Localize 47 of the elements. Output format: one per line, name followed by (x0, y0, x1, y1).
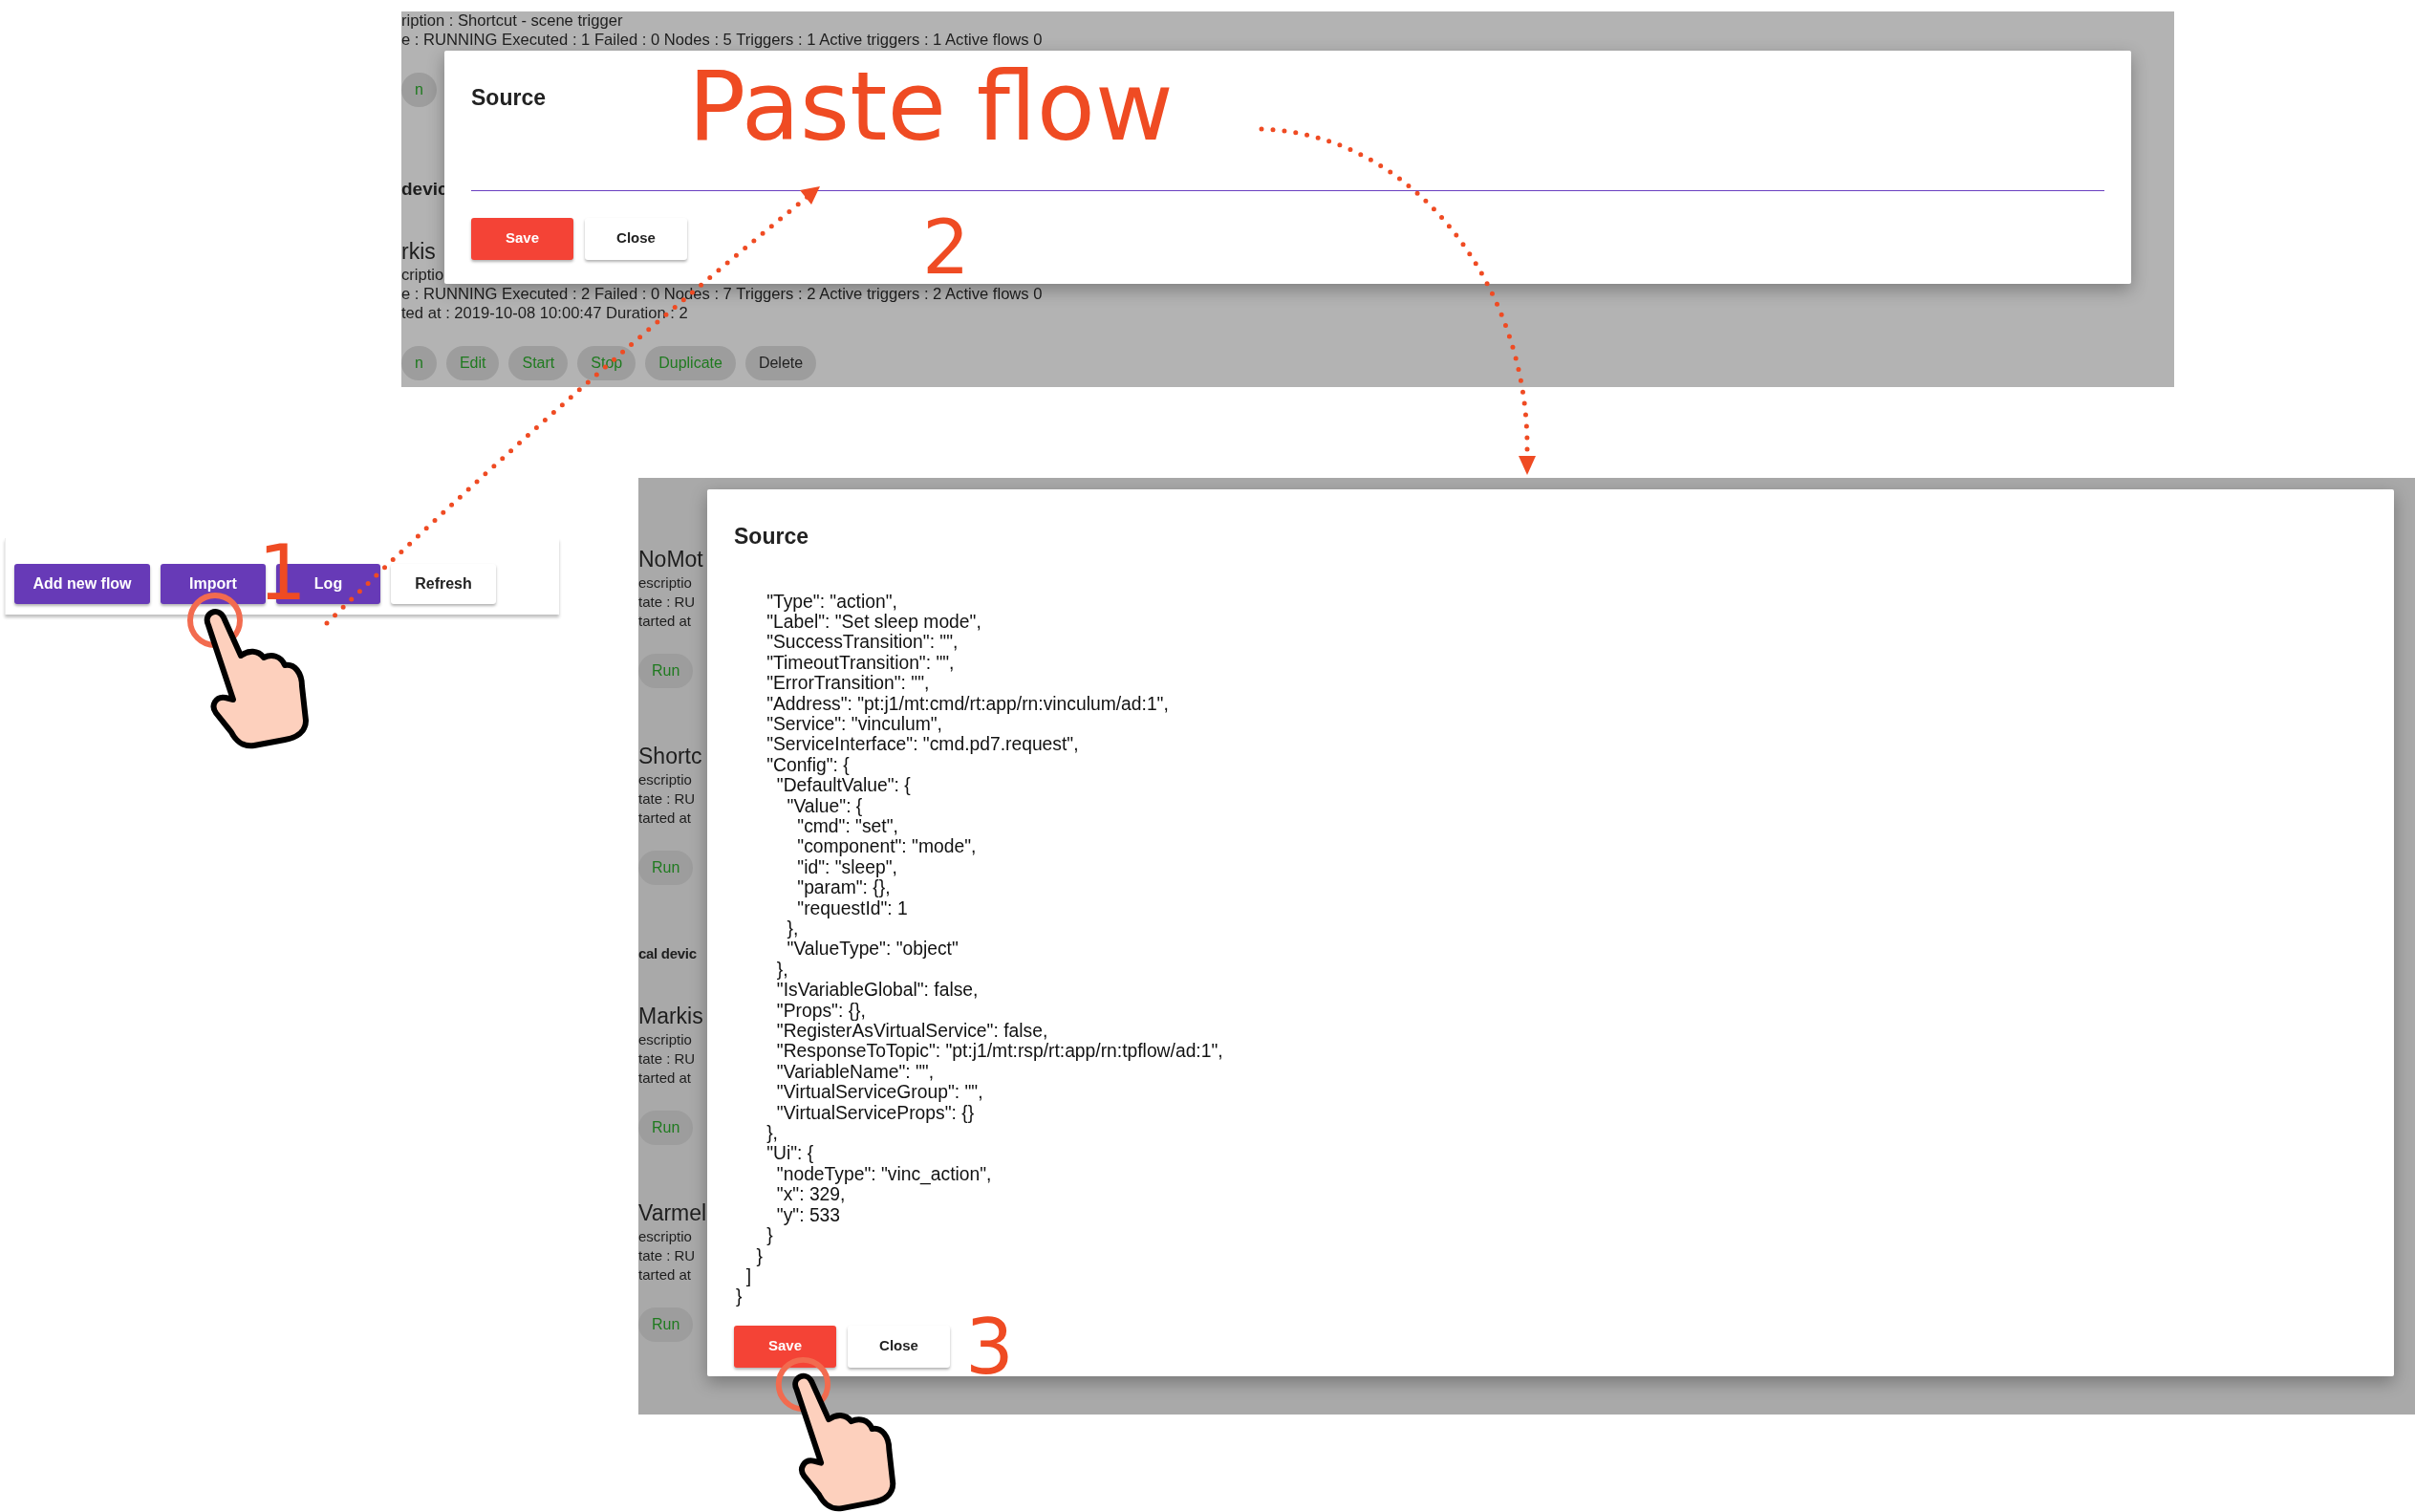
action-button[interactable]: Duplicate (645, 346, 736, 380)
toolbar-button[interactable]: Refresh (391, 564, 496, 604)
flow-name: Markis (638, 1003, 703, 1030)
action-button[interactable]: n (401, 73, 437, 107)
action-button[interactable]: Run (638, 654, 694, 688)
action-button[interactable]: Run (638, 1111, 694, 1145)
dialog-title: Source (471, 84, 546, 112)
action-button[interactable]: Delete (744, 346, 817, 380)
flow-detail-text: escriptio (638, 1030, 692, 1049)
save-button[interactable]: Save (734, 1325, 836, 1368)
action-button[interactable]: Stop (577, 346, 636, 380)
close-button[interactable]: Close (848, 1325, 950, 1368)
flow-detail-text: e : RUNNING Executed : 2 Failed : 0 Nodes : 7 Triggers : 2 Active triggers : 2 Active flows 0 (401, 285, 1043, 304)
flow-detail-text: escriptio (638, 770, 692, 789)
action-button[interactable]: Run (638, 1307, 694, 1342)
dialog-title: Source (734, 523, 809, 551)
flow-detail-text: tate : RU (638, 789, 696, 809)
section-heading: cal devic (638, 944, 697, 963)
flow-detail-text: escriptio (638, 573, 692, 593)
step-number: 2 (922, 210, 970, 285)
section-heading: devic (401, 178, 448, 201)
flow-name: Shortc (638, 743, 702, 770)
flow-detail-text: tarted at (638, 612, 692, 631)
flow-detail-text: tate : RU (638, 1049, 696, 1069)
close-button[interactable]: Close (585, 217, 687, 260)
flow-detail-text: ription : Shortcut - scene trigger (401, 11, 623, 31)
flow-detail-text: escriptio (638, 1227, 692, 1246)
toolbar-button[interactable]: Add new flow (14, 564, 150, 604)
flow-detail-text: ted at : 2019-10-08 10:00:47 Duration : 2 (401, 304, 688, 323)
flow-detail-text: tate : RU (638, 593, 696, 612)
action-button[interactable]: n (401, 346, 437, 380)
action-button[interactable]: Start (508, 346, 569, 380)
flow-detail-text: e : RUNNING Executed : 1 Failed : 0 Nodes : 5 Triggers : 1 Active triggers : 1 Active flows 0 (401, 31, 1043, 50)
action-button[interactable]: Run (638, 851, 694, 885)
flow-detail-text: tarted at (638, 1265, 692, 1285)
flow-name: rkis (401, 238, 436, 266)
flow-detail-text: criptio (401, 266, 444, 285)
flow-detail-text: tarted at (638, 809, 692, 828)
flow-name: Varmel (638, 1199, 707, 1227)
save-button[interactable]: Save (471, 217, 573, 260)
step-number: 3 (965, 1309, 1014, 1386)
instruction-heading: Paste flow (688, 59, 1174, 155)
flow-name: NoMot (638, 546, 703, 573)
action-button[interactable]: Edit (445, 346, 500, 380)
flow-detail-text: tarted at (638, 1069, 692, 1088)
flow-detail-text: tate : RU (638, 1246, 696, 1265)
toolbar-button[interactable]: Import (161, 564, 266, 604)
